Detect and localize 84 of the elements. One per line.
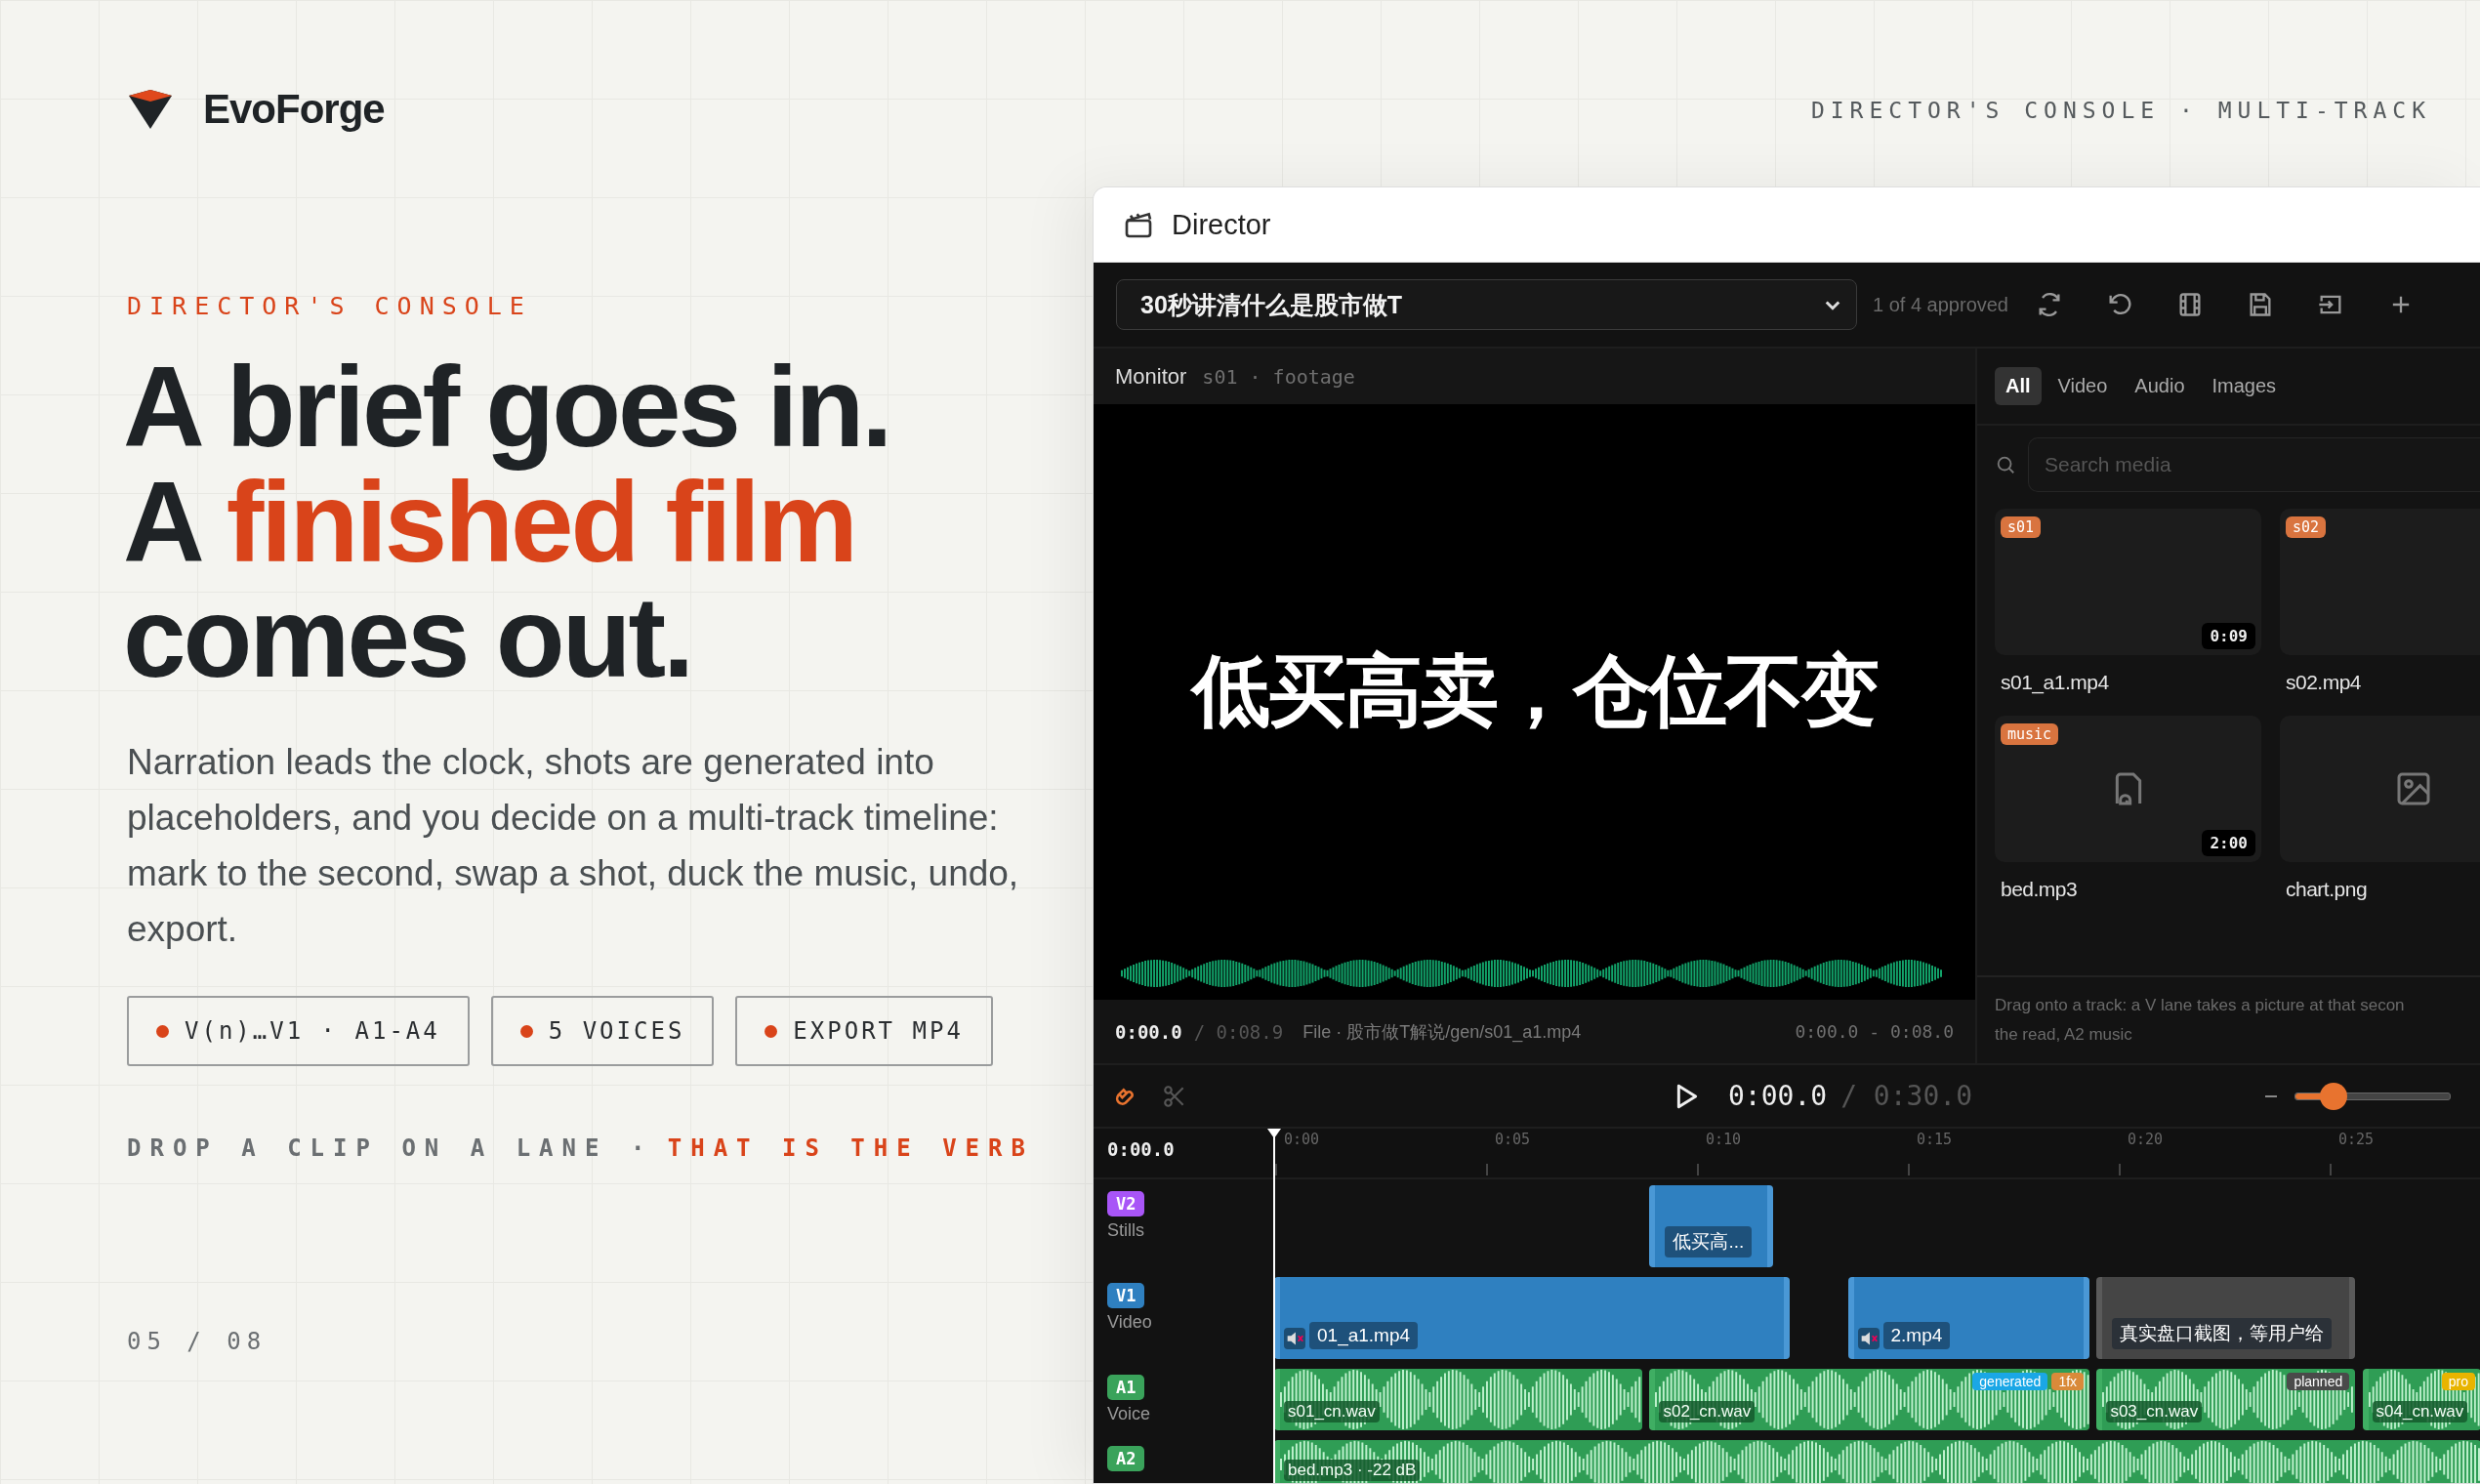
video-clip[interactable]: 01_a1.mp4: [1274, 1277, 1791, 1359]
description: Narration leads the clock, shots are generated into placeholders, and you decide on a multi-track timeline: mark to the second, swap a shot, duck the music, undo, export.: [127, 741, 1020, 951]
media-name: bed.mp3: [2000, 878, 2079, 901]
clip-label: bed.mp3 · -22 dB: [1284, 1460, 1421, 1481]
project-select[interactable]: 30秒讲清什么是股市做T: [1116, 279, 1857, 330]
search-icon: [1995, 454, 2016, 475]
time-range: 0:00.0 - 0:08.0: [1795, 1021, 1954, 1042]
status-tag: generated: [1972, 1373, 2048, 1390]
search-field[interactable]: Search media: [2028, 437, 2480, 492]
drag-hint: Drag onto a track: a V lane takes a picture at that secon the read, A2 music: [1977, 975, 2480, 1063]
shot-badge: music: [2001, 723, 2059, 745]
muted-speaker-icon: [1284, 1328, 1305, 1349]
timeline-time: 0:00.0: [1106, 1137, 1176, 1162]
media-name: s02.mp4: [2285, 671, 2363, 694]
tick-label: 0:15: [1917, 1131, 1953, 1148]
clip-label: s01_cn.wav: [1284, 1401, 1380, 1422]
feature-chip: V(n)…V1 · A1-A4: [127, 996, 470, 1066]
muted-speaker-icon: [1857, 1328, 1880, 1349]
approval-status: 1 of 4 approved: [1873, 293, 2008, 316]
file-path: File · 股市做T解说/gen/s01_a1.mp4: [1302, 1020, 1582, 1044]
media-tab[interactable]: Images: [2201, 367, 2288, 405]
brand-name: EvoForge: [203, 86, 385, 133]
page-indicator: 05 / 08: [127, 1328, 269, 1355]
monitor-label: Monitor: [1115, 363, 1187, 390]
audio-clip[interactable]: bed.mp3 · -22 dB: [1274, 1440, 2480, 1483]
total-time: / 0:30.0: [1840, 1080, 1972, 1112]
logo-icon: [127, 88, 174, 131]
duration-label: 0:09: [2202, 623, 2255, 649]
media-card[interactable]: music 2:00 bed.mp3: [1995, 716, 2261, 901]
window-title: Director: [1172, 208, 1271, 241]
track-badge: V1: [1107, 1283, 1145, 1308]
clip-label: 01_a1.mp4: [1309, 1322, 1419, 1349]
tick-label: 0:20: [2128, 1131, 2164, 1148]
kicker: DIRECTOR'S CONSOLE: [127, 292, 533, 320]
feature-chip: EXPORT MP4: [735, 996, 993, 1066]
shot-badge: s02: [2286, 516, 2327, 538]
tick-label: 0:25: [2338, 1131, 2375, 1148]
playhead[interactable]: [1266, 1129, 1282, 1483]
zoom-slider[interactable]: [2294, 1081, 2451, 1111]
track-label: Video: [1107, 1312, 1152, 1333]
current-time: 0:00.0: [1115, 1020, 1182, 1043]
track-badge: A2: [1107, 1446, 1145, 1471]
media-card[interactable]: s01 0:09 s01_a1.mp4: [1995, 509, 2261, 694]
feature-chip: 5 VOICES: [490, 996, 715, 1066]
audio-clip[interactable]: s01_cn.wav: [1274, 1369, 1643, 1430]
clip-duration: / 0:08.9: [1193, 1020, 1284, 1043]
clip-label: 低买高...: [1665, 1226, 1753, 1257]
media-tab[interactable]: Video: [2046, 367, 2119, 405]
status-tag: planned: [2287, 1373, 2350, 1390]
clip-label: 2.mp4: [1882, 1322, 1951, 1349]
tick-label: 0:05: [1495, 1131, 1531, 1148]
headline: A brief goes in. A finished film comes out.: [123, 350, 891, 695]
zoom-slider-thumb[interactable]: [2320, 1082, 2347, 1110]
track-label: Stills: [1107, 1220, 1144, 1241]
clip-label: s04_cn.wav: [2372, 1401, 2468, 1422]
track-badge: A1: [1107, 1375, 1145, 1400]
audio-clip[interactable]: planned s03_cn.wav: [2096, 1369, 2356, 1430]
media-tab[interactable]: Audio: [2124, 367, 2196, 405]
media-card[interactable]: s02 s02.mp4: [2280, 509, 2480, 694]
media-name: chart.png: [2285, 878, 2369, 901]
media-tab[interactable]: All: [1995, 367, 2042, 405]
tagline: DROP A CLIP ON A LANE · THAT IS THE VERB: [127, 1134, 1035, 1162]
still-clip[interactable]: 低买高...: [1649, 1185, 1774, 1267]
duration-label: 2:00: [2202, 830, 2255, 856]
track-badge: V2: [1107, 1191, 1145, 1216]
media-card[interactable]: chart.png: [2280, 716, 2480, 901]
media-name: s01_a1.mp4: [2000, 671, 2110, 694]
tick-label: 0:00: [1284, 1131, 1320, 1148]
section-label: DIRECTOR'S CONSOLE · MULTI-TRACK: [1810, 98, 2431, 123]
status-tag: 1fx: [2051, 1373, 2085, 1390]
monitor-source: s01 · footage: [1202, 364, 1355, 389]
audio-clip[interactable]: pro s04_cn.wav: [2362, 1369, 2480, 1430]
playhead-time: 0:00.0: [1728, 1080, 1828, 1112]
tick-label: 0:10: [1706, 1131, 1742, 1148]
video-clip[interactable]: 2.mp4: [1847, 1277, 2090, 1359]
status-tag: pro: [2441, 1373, 2475, 1390]
placeholder-clip[interactable]: 真实盘口截图，等用户给: [2096, 1277, 2356, 1359]
audio-clip[interactable]: generated 1fx s02_cn.wav: [1649, 1369, 2090, 1430]
clip-label: s03_cn.wav: [2106, 1401, 2203, 1422]
subtitle: 低买高卖，仓位不变: [1191, 644, 1878, 738]
clip-label: s02_cn.wav: [1659, 1401, 1756, 1422]
track-label: Voice: [1107, 1404, 1151, 1424]
clip-label: 真实盘口截图，等用户给: [2112, 1318, 2333, 1349]
shot-badge: s01: [2001, 516, 2042, 538]
